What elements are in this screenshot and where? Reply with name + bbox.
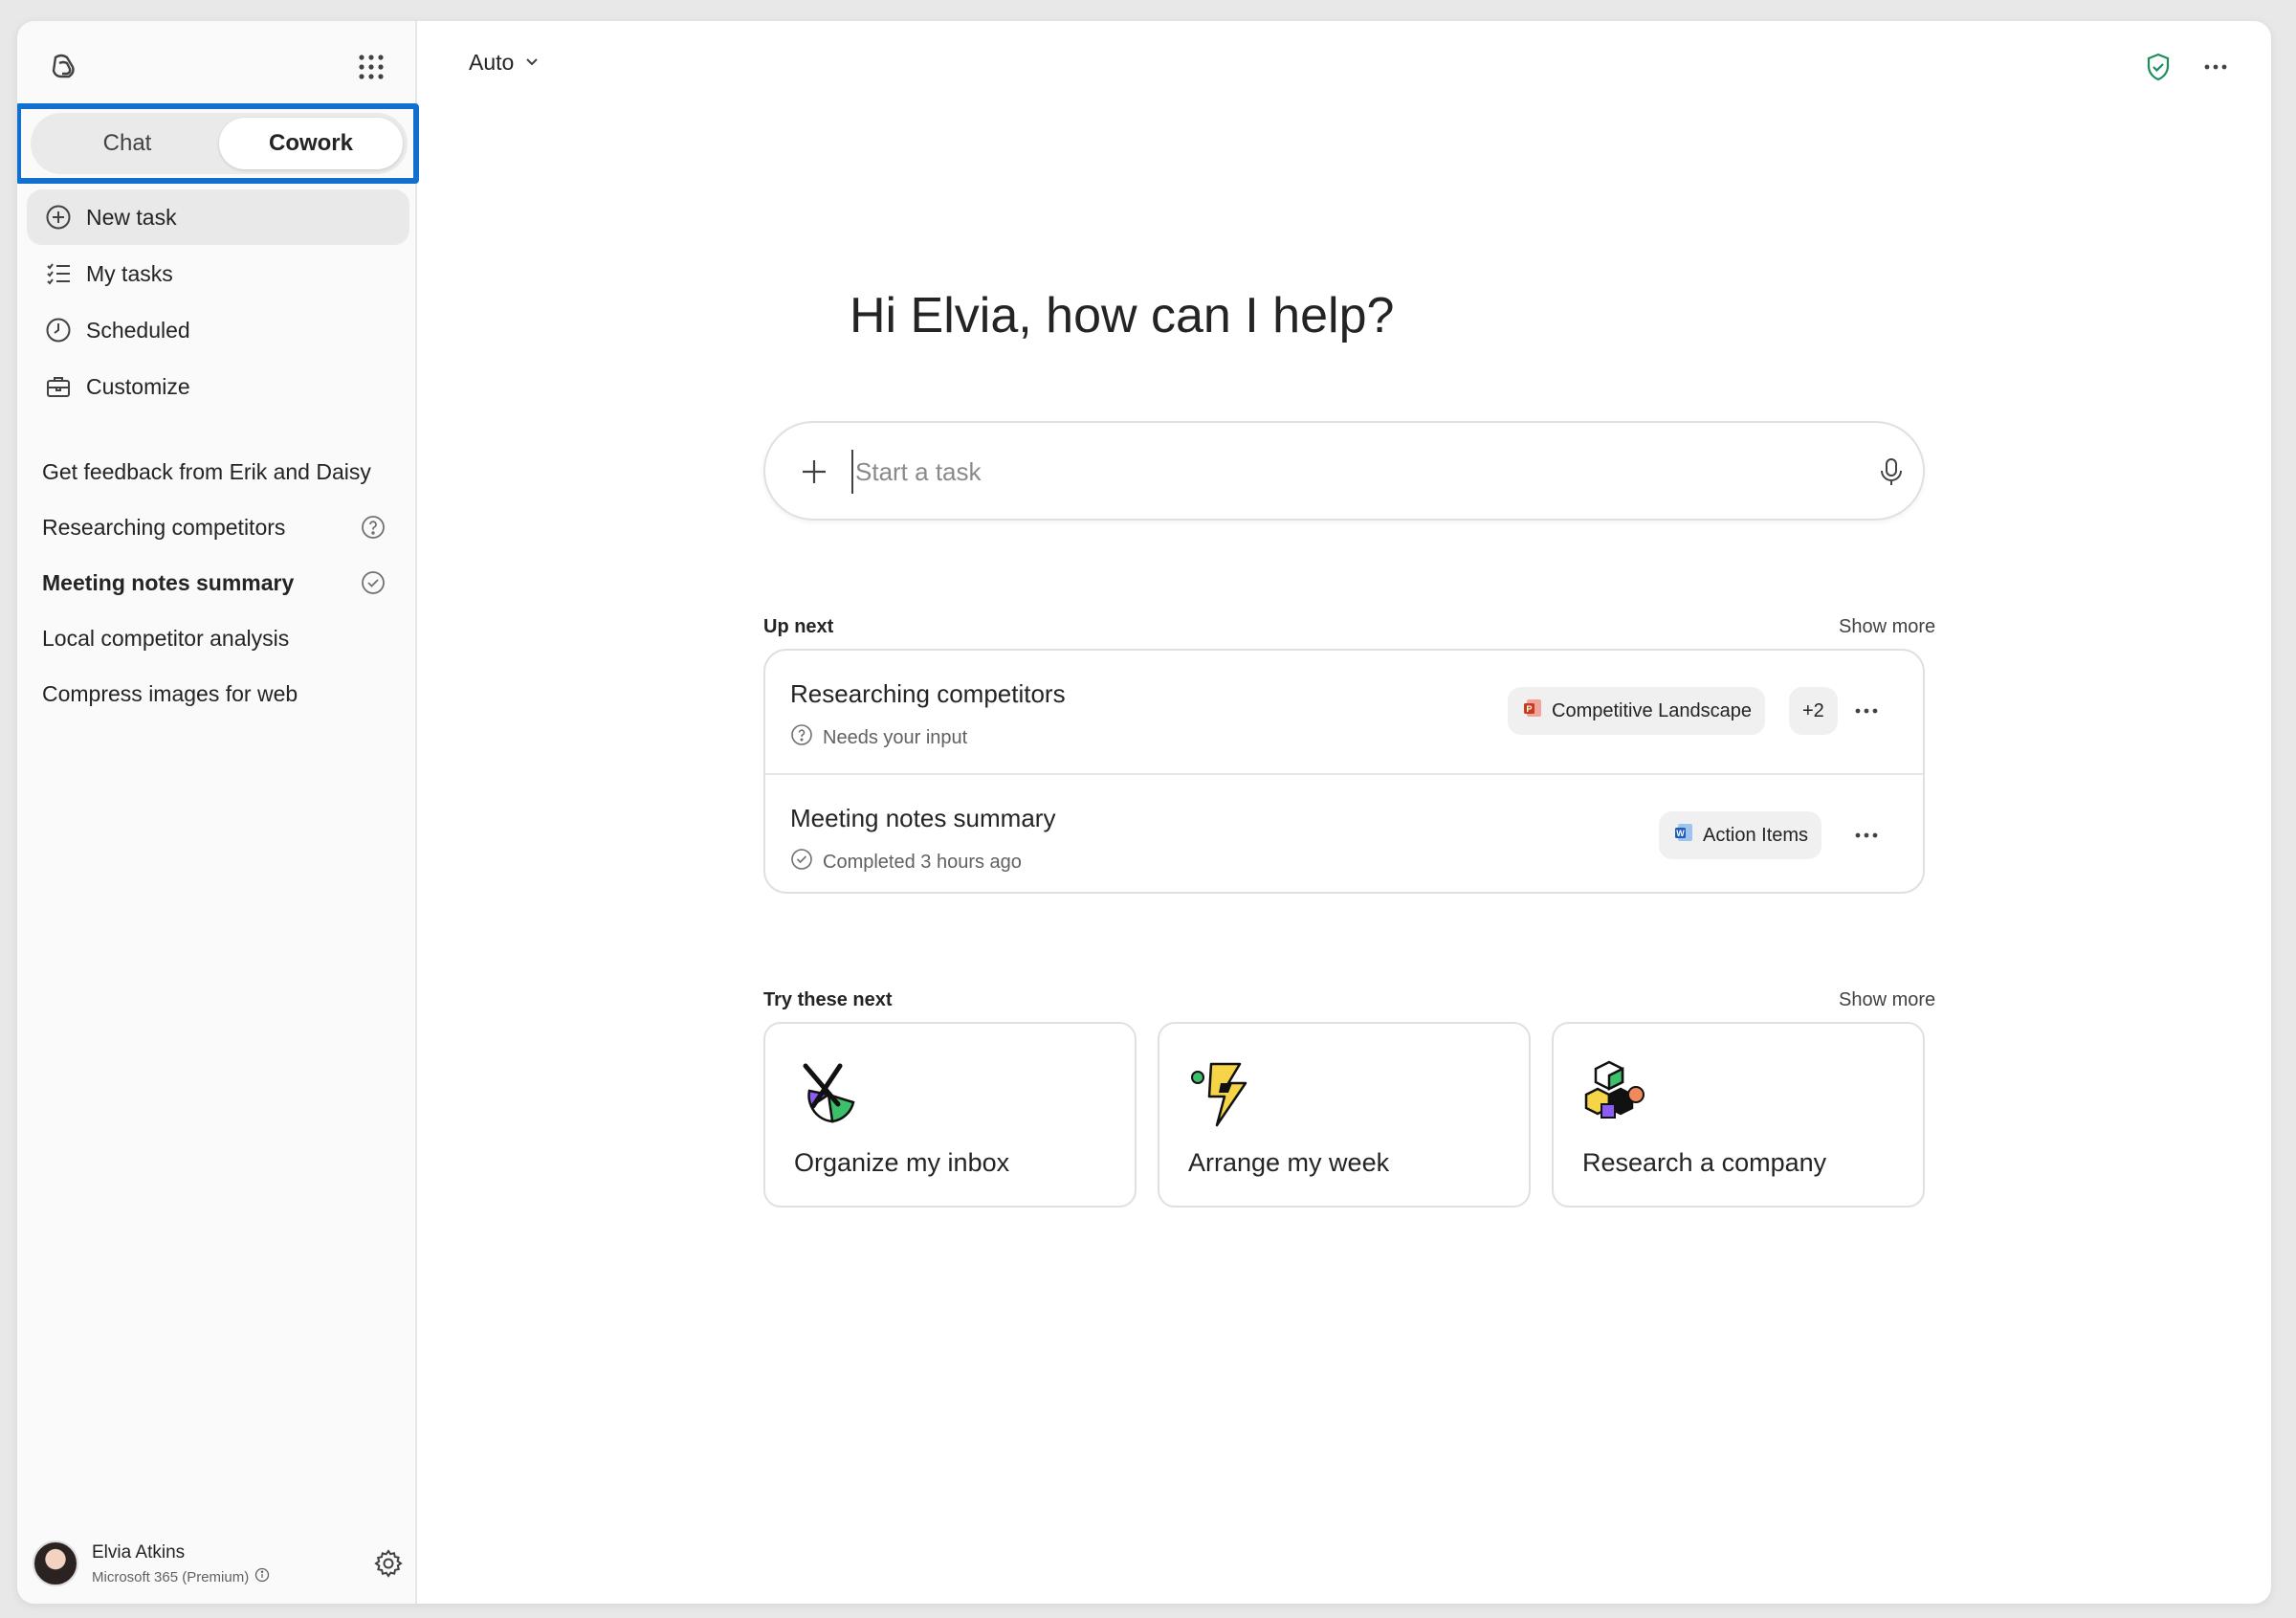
- try-next-heading: Try these next: [763, 989, 893, 1010]
- recent-task-label: Meeting notes summary: [42, 569, 295, 595]
- file-chip-label: Competitive Landscape: [1552, 699, 1753, 721]
- customize-button[interactable]: Customize: [27, 359, 409, 414]
- suggestion-cards: Organize my inbox Arrange my week Resear…: [763, 1022, 1925, 1208]
- task-row[interactable]: Meeting notes summary Completed 3 hours …: [765, 773, 1923, 892]
- recent-task-item[interactable]: Researching competitors: [27, 499, 409, 555]
- try-next-show-more-link[interactable]: Show more: [1839, 989, 1935, 1011]
- nav-item-label: My tasks: [86, 260, 173, 286]
- suggestion-card-research-company[interactable]: Research a company: [1552, 1022, 1925, 1208]
- start-task-input[interactable]: [851, 450, 1808, 494]
- suggestion-card-arrange-week[interactable]: Arrange my week: [1158, 1022, 1531, 1208]
- card-label: Organize my inbox: [794, 1148, 1010, 1177]
- more-files-chip[interactable]: +2: [1789, 687, 1838, 735]
- profile-area[interactable]: Elvia Atkins Microsoft 365 (Premium): [33, 1539, 411, 1592]
- task-status: Needs your input: [790, 723, 967, 752]
- task-title: Researching competitors: [790, 679, 1066, 708]
- profile-plan: Microsoft 365 (Premium): [92, 1567, 270, 1586]
- nav-item-label: New task: [86, 204, 177, 230]
- recent-tasks-list: Get feedback from Erik and Daisy Researc…: [27, 444, 409, 721]
- file-chip[interactable]: P Competitive Landscape: [1508, 687, 1766, 735]
- greeting-heading: Hi Elvia, how can I help?: [850, 288, 1395, 344]
- avatar[interactable]: [33, 1540, 78, 1586]
- model-selector[interactable]: Auto: [469, 50, 541, 76]
- chevron-down-icon: [523, 50, 541, 76]
- svg-text:W: W: [1676, 829, 1685, 838]
- card-label: Arrange my week: [1188, 1148, 1390, 1177]
- mode-switch: Chat Cowork: [31, 113, 408, 174]
- sidebar-nav: New task My tasks Scheduled Customize: [27, 189, 409, 415]
- task-composer: [763, 421, 1925, 521]
- check-circle-icon: [790, 848, 813, 876]
- suggestion-card-organize-inbox[interactable]: Organize my inbox: [763, 1022, 1137, 1208]
- task-status: Completed 3 hours ago: [790, 848, 1022, 876]
- task-status-text: Needs your input: [823, 726, 968, 748]
- task-row[interactable]: Researching competitors Needs your input: [765, 651, 1923, 771]
- up-next-heading: Up next: [763, 616, 834, 637]
- task-list-icon: [44, 259, 73, 288]
- microphone-icon[interactable]: [1875, 455, 1908, 488]
- clock-icon: [44, 316, 73, 344]
- building-blocks-icon: [1582, 1058, 1651, 1127]
- svg-text:P: P: [1526, 704, 1532, 714]
- question-icon: [790, 723, 813, 752]
- question-icon: [360, 514, 386, 541]
- nav-item-label: Scheduled: [86, 317, 190, 343]
- check-circle-icon: [360, 569, 386, 596]
- recent-task-label: Get feedback from Erik and Daisy: [42, 458, 371, 484]
- add-attachment-icon[interactable]: [798, 455, 830, 488]
- task-more-options-icon[interactable]: [1850, 695, 1883, 727]
- settings-gear-icon[interactable]: [373, 1548, 404, 1579]
- task-more-options-icon[interactable]: [1850, 819, 1883, 852]
- briefcase-icon: [44, 372, 73, 401]
- copilot-logo-icon[interactable]: [44, 48, 82, 86]
- recent-task-label: Local competitor analysis: [42, 625, 290, 651]
- profile-name: Elvia Atkins: [92, 1542, 186, 1563]
- inbox-broom-icon: [794, 1058, 863, 1127]
- more-options-icon[interactable]: [2200, 52, 2231, 82]
- info-icon[interactable]: [254, 1567, 270, 1586]
- recent-task-label: Researching competitors: [42, 514, 286, 540]
- recent-task-item[interactable]: Get feedback from Erik and Daisy: [27, 444, 409, 499]
- up-next-task-list: Researching competitors Needs your input: [763, 649, 1925, 894]
- recent-task-item[interactable]: Local competitor analysis: [27, 610, 409, 666]
- nav-item-label: Customize: [86, 373, 190, 399]
- cowork-tab[interactable]: Cowork: [219, 118, 403, 169]
- profile-plan-label: Microsoft 365 (Premium): [92, 1568, 250, 1585]
- word-file-icon: W: [1672, 821, 1695, 850]
- scheduled-button[interactable]: Scheduled: [27, 302, 409, 358]
- my-tasks-button[interactable]: My tasks: [27, 246, 409, 301]
- card-label: Research a company: [1582, 1148, 1827, 1177]
- file-chip[interactable]: W Action Items: [1659, 811, 1822, 859]
- app-launcher-icon[interactable]: [356, 52, 386, 82]
- main-content: Auto Hi Elvia, how can I help? Start a t…: [419, 21, 2271, 1604]
- new-task-button[interactable]: New task: [27, 189, 409, 245]
- sidebar: Chat Cowork New task My tasks Scheduled …: [17, 21, 419, 1604]
- chat-tab[interactable]: Chat: [35, 118, 219, 169]
- task-title: Meeting notes summary: [790, 804, 1056, 832]
- file-chip-label: Action Items: [1703, 824, 1809, 846]
- add-circle-icon: [44, 203, 73, 232]
- task-status-text: Completed 3 hours ago: [823, 851, 1022, 873]
- recent-task-item[interactable]: Compress images for web: [27, 666, 409, 721]
- model-label: Auto: [469, 50, 515, 75]
- lightning-bolt-icon: [1188, 1058, 1257, 1127]
- up-next-show-more-link[interactable]: Show more: [1839, 616, 1935, 638]
- shield-check-icon[interactable]: [2143, 52, 2174, 82]
- recent-task-label: Compress images for web: [42, 680, 298, 706]
- recent-task-item[interactable]: Meeting notes summary: [27, 555, 409, 610]
- app-window: Chat Cowork New task My tasks Scheduled …: [17, 21, 2271, 1604]
- powerpoint-file-icon: P: [1521, 697, 1544, 725]
